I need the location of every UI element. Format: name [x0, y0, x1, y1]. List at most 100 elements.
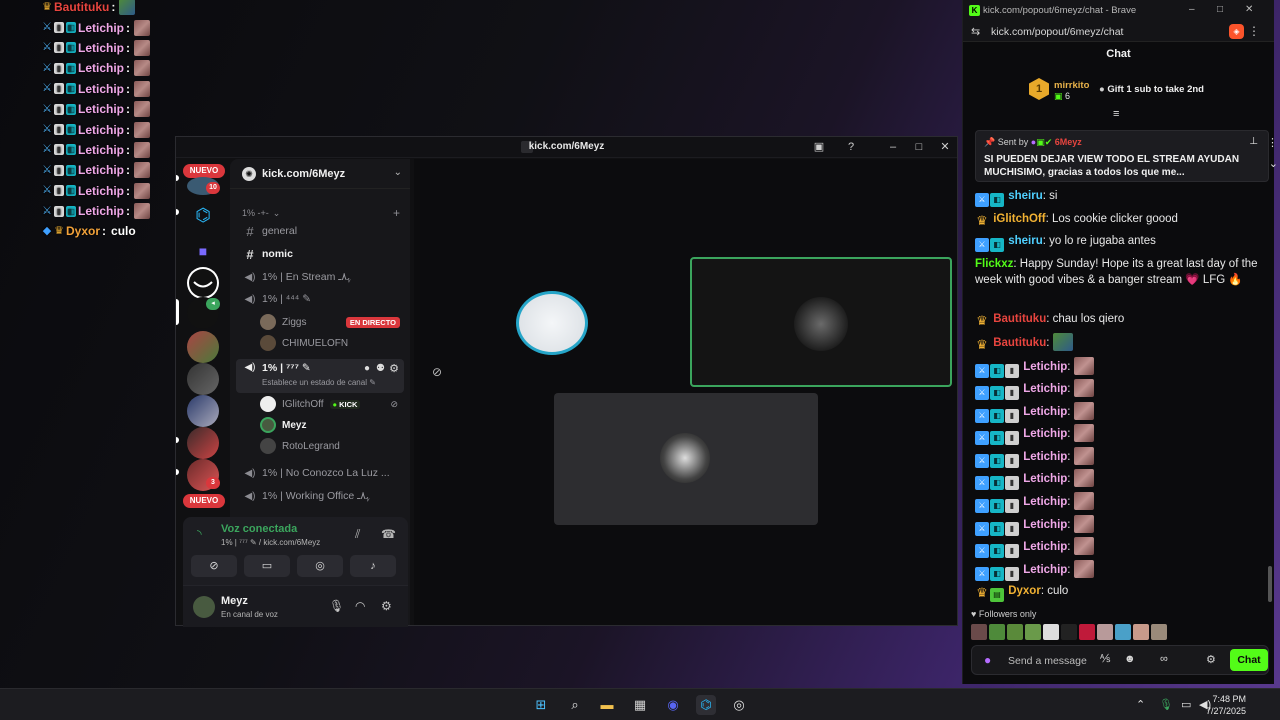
translate-icon[interactable]: ⅍ — [1100, 653, 1110, 665]
chat-username[interactable]: sheiru — [1008, 190, 1043, 202]
voice-channel-no-conozco[interactable]: ◀) 1% | No Conozco La Luz ... — [242, 463, 404, 483]
server-icon[interactable] — [187, 363, 219, 395]
search-icon[interactable]: ⌕ — [565, 695, 585, 715]
add-channel-icon[interactable]: + — [393, 206, 400, 220]
chat-bubble-icon[interactable]: ● — [364, 363, 370, 374]
chat-username[interactable]: Letichip — [1023, 496, 1067, 508]
voice-user[interactable]: IGlitchOff ● KICK ⊘ — [260, 394, 404, 414]
more-options-icon[interactable]: ⋮ — [1267, 136, 1278, 149]
gear-icon[interactable]: ⚙ — [381, 599, 392, 613]
channel-status-hint[interactable]: Establece un estado de canal ✎ — [262, 378, 376, 387]
help-icon[interactable]: ? — [842, 139, 860, 155]
emote-icon[interactable] — [1025, 624, 1041, 640]
site-settings-icon[interactable]: ⇆ — [971, 25, 980, 38]
emote-icon[interactable] — [1133, 624, 1149, 640]
chat-username[interactable]: Flickxz — [975, 258, 1013, 270]
chat-username[interactable]: Letichip — [1023, 473, 1067, 485]
stream-tile[interactable] — [690, 257, 952, 387]
folder-icon[interactable]: ■ — [187, 235, 219, 267]
chat-username[interactable]: Letichip — [1023, 383, 1067, 395]
disconnect-icon[interactable]: ☎ — [381, 527, 396, 541]
microphone-icon[interactable]: 🎙 — [329, 599, 344, 613]
headphones-icon[interactable]: ◠ — [355, 599, 365, 613]
chat-username[interactable]: sheiru — [1008, 235, 1043, 247]
voice-user[interactable]: CHIMUELOFN — [260, 333, 404, 353]
close-button[interactable]: ✕ — [1245, 4, 1253, 15]
server-header[interactable]: ✺ kick.com/6Meyz ⌄ — [230, 159, 410, 189]
emote-icon[interactable] — [1043, 624, 1059, 640]
speaking-user-avatar[interactable] — [516, 291, 588, 355]
chat-username[interactable]: Dyxor — [1008, 585, 1041, 597]
noise-suppression-icon[interactable]: ⫽ — [355, 527, 360, 542]
voice-channel-path[interactable]: 1% | ⁷⁷⁷ ✎ / kick.com/6Meyz — [221, 538, 320, 547]
chat-username[interactable]: Letichip — [1023, 541, 1067, 553]
rewards-icon[interactable]: ∞ — [1160, 653, 1168, 665]
filter-icon[interactable]: ≡ — [1113, 108, 1119, 120]
gear-icon[interactable]: ⚙ — [389, 362, 399, 375]
chat-username[interactable]: Letichip — [1023, 361, 1067, 373]
more-menu-icon[interactable]: ⋮ — [1248, 24, 1260, 38]
chat-username[interactable]: Letichip — [1023, 564, 1067, 576]
activities-button[interactable]: ◎ — [297, 555, 343, 577]
store-icon[interactable]: ▦ — [630, 695, 650, 715]
inbox-icon[interactable]: ▣ — [810, 139, 828, 155]
voice-user[interactable]: Meyz — [260, 415, 404, 435]
chat-username[interactable]: Letichip — [1023, 406, 1067, 418]
file-explorer-icon[interactable]: ▬ — [597, 695, 617, 715]
send-chat-button[interactable]: Chat — [1230, 649, 1268, 671]
leader-username[interactable]: mirrkito — [1054, 80, 1089, 91]
emoji-icon[interactable]: ☻ — [1124, 653, 1136, 665]
app-icon[interactable]: ⌬ — [696, 695, 716, 715]
maximize-button[interactable]: □ — [1217, 4, 1223, 15]
emote-icon[interactable] — [1097, 624, 1113, 640]
network-icon[interactable]: ▭ — [1181, 698, 1191, 711]
emote-icon[interactable] — [1079, 624, 1095, 640]
channel-general[interactable]: # general — [242, 221, 404, 241]
add-member-icon[interactable]: ⚉ — [376, 363, 385, 374]
chevron-down-icon[interactable]: ⌄ — [1269, 157, 1278, 170]
chat-username[interactable]: Bautituku — [993, 313, 1046, 325]
address-bar[interactable]: ⇆ kick.com/popout/6meyz/chat ◈ ⋮ — [963, 21, 1274, 42]
channel-nomic[interactable]: # nomic — [242, 244, 404, 264]
brave-shield-icon[interactable]: ◈ — [1229, 24, 1244, 39]
chat-username[interactable]: Bautituku — [993, 337, 1046, 349]
user-tile[interactable] — [554, 393, 818, 525]
server-icon[interactable] — [187, 395, 219, 427]
close-button[interactable]: ✕ — [936, 139, 954, 155]
voice-channel-en-stream[interactable]: ◀) 1% | En Stream ﮩ٨ـ — [242, 267, 404, 287]
unpin-icon[interactable]: ⊥ — [1249, 136, 1258, 147]
voice-channel-working-office[interactable]: ◀) 1% | Working Office ﮩ٨ـ — [242, 486, 404, 506]
camera-off-button[interactable]: ⊘ — [191, 555, 237, 577]
chat-message-input[interactable] — [1008, 652, 1098, 669]
chat-username[interactable]: iGlitchOff — [993, 213, 1045, 225]
voice-connected-label[interactable]: Voz conectada — [221, 523, 297, 535]
chevron-up-icon[interactable]: ⌃ — [1136, 698, 1145, 711]
server-icon[interactable] — [187, 331, 219, 363]
soundboard-button[interactable]: ♪ — [350, 555, 396, 577]
voice-user[interactable]: RotoLegrand — [260, 436, 404, 456]
emote-icon[interactable] — [971, 624, 987, 640]
voice-channel-444[interactable]: ◀) 1% | ⁴⁴⁴ ✎ — [242, 289, 404, 309]
microphone-icon[interactable]: ● — [984, 653, 991, 667]
chevron-down-icon[interactable]: ⌄ — [394, 167, 402, 178]
microphone-icon[interactable]: 🎙 — [1159, 698, 1173, 711]
channel-category[interactable]: 1% ‑+‑ ⌄ + — [242, 203, 404, 223]
discord-icon[interactable]: ◉ — [663, 695, 683, 715]
screen-share-button[interactable]: ▭ — [244, 555, 290, 577]
voice-user[interactable]: Ziggs EN DIRECTO — [260, 312, 404, 332]
chat-username[interactable]: Letichip — [1023, 451, 1067, 463]
chat-username[interactable]: Letichip — [1023, 428, 1067, 440]
pinned-message[interactable]: 📌 Sent by ●▣✔ 6Meyz SI PUEDEN DEJAR VIEW… — [975, 130, 1278, 182]
url-text[interactable]: kick.com/popout/6meyz/chat — [991, 26, 1123, 38]
server-icon[interactable] — [187, 267, 219, 299]
minimize-button[interactable]: – — [884, 139, 902, 155]
gift-sub-prompt[interactable]: ● Gift 1 sub to take 2nd — [1099, 84, 1204, 95]
windows-start-icon[interactable]: ⊞ — [531, 695, 551, 715]
chat-username[interactable]: Letichip — [1023, 519, 1067, 531]
username[interactable]: Meyz — [221, 595, 248, 607]
emote-icon[interactable] — [1115, 624, 1131, 640]
minimize-button[interactable]: – — [1189, 4, 1195, 15]
robot-server-icon[interactable]: ⌬ — [187, 199, 219, 231]
gear-icon[interactable]: ⚙ — [1206, 653, 1216, 666]
chat-scrollbar[interactable] — [1268, 566, 1272, 602]
